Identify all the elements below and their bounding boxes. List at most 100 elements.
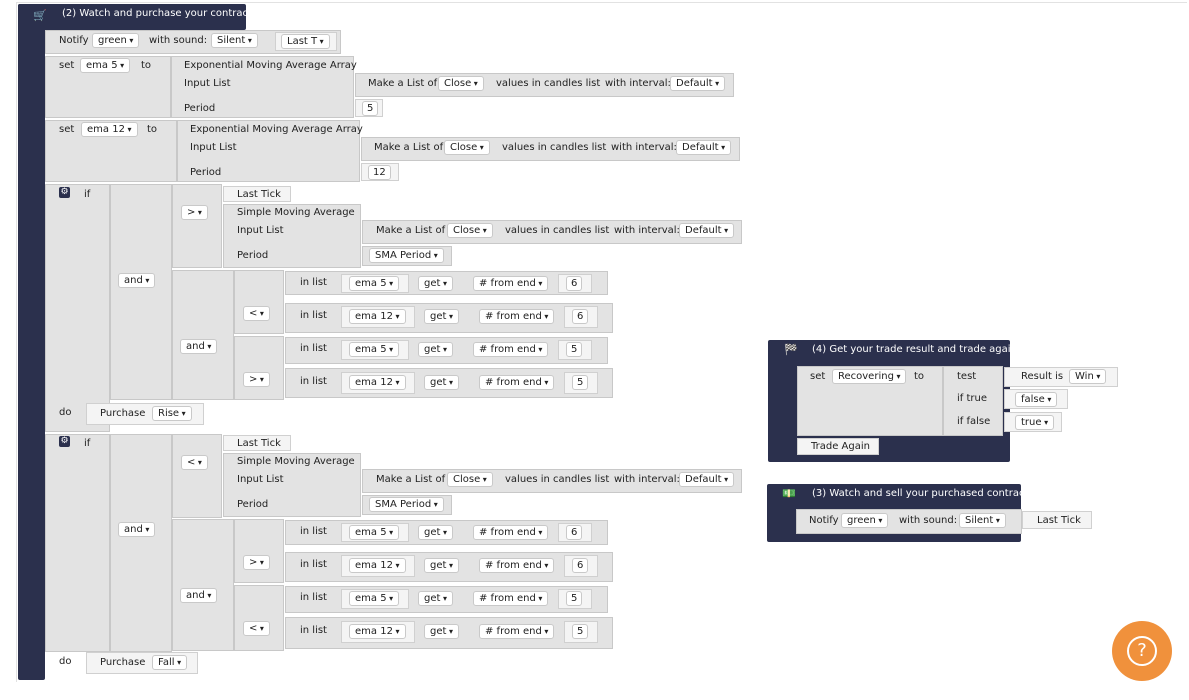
notify-message-label: Last Tick <box>1037 515 1081 526</box>
if-block-2[interactable] <box>45 434 110 652</box>
trade-again-label: Trade Again <box>811 441 870 452</box>
list-var-dropdown[interactable]: ema 12 <box>349 558 406 573</box>
compare-block-a1[interactable] <box>234 270 284 334</box>
gear-icon[interactable]: ⚙ <box>59 187 70 198</box>
result-is-label: Result is <box>1021 371 1064 382</box>
compare-op-dropdown[interactable]: > <box>181 205 208 220</box>
to-label: to <box>141 60 152 71</box>
from-end-dropdown[interactable]: # from end <box>479 375 555 390</box>
from-end-dropdown[interactable]: # from end <box>473 525 549 540</box>
list-var-dropdown[interactable]: ema 12 <box>349 375 406 390</box>
candle-field-dropdown[interactable]: Close <box>447 472 493 487</box>
compare-op-dropdown[interactable]: < <box>243 621 270 636</box>
do-label: do <box>59 656 72 667</box>
true-value-dropdown[interactable]: false <box>1015 392 1058 407</box>
list-var-dropdown[interactable]: ema 5 <box>349 276 400 291</box>
gear-icon[interactable]: ⚙ <box>59 436 70 447</box>
interval-dropdown[interactable]: Default <box>679 223 735 238</box>
get-dropdown[interactable]: get <box>424 558 459 573</box>
candle-field-dropdown[interactable]: Close <box>438 76 484 91</box>
make-list-label: Make a List of <box>368 78 438 89</box>
index-input[interactable]: 6 <box>566 276 583 291</box>
list-var-dropdown[interactable]: ema 12 <box>349 309 406 324</box>
index-input[interactable]: 6 <box>572 558 589 573</box>
from-end-dropdown[interactable]: # from end <box>479 309 555 324</box>
and-dropdown[interactable]: and <box>180 588 218 603</box>
from-end-dropdown[interactable]: # from end <box>479 558 555 573</box>
purchase-label: Purchase <box>100 408 146 419</box>
values-in-candles-label: values in candles list <box>505 225 610 236</box>
sma-period-dropdown[interactable]: SMA Period <box>369 248 444 263</box>
if-block-1[interactable] <box>45 184 110 432</box>
ema5-var-dropdown[interactable]: ema 5 <box>80 58 131 73</box>
index-input[interactable]: 5 <box>566 342 583 357</box>
period-input[interactable]: 5 <box>362 101 379 116</box>
period-label: Period <box>184 103 216 114</box>
false-value-dropdown[interactable]: true <box>1015 415 1055 430</box>
sound-dropdown[interactable]: Silent <box>211 33 258 48</box>
and-block-outer-1[interactable] <box>110 184 172 400</box>
ema12-var-dropdown[interactable]: ema 12 <box>81 122 138 137</box>
interval-dropdown[interactable]: Default <box>676 140 732 155</box>
get-dropdown[interactable]: get <box>424 375 459 390</box>
candle-field-dropdown[interactable]: Close <box>444 140 490 155</box>
compare-op-dropdown[interactable]: < <box>181 455 208 470</box>
compare-block-b2[interactable] <box>234 585 284 651</box>
period-input[interactable]: 12 <box>368 165 391 180</box>
notify-label: Notify <box>809 515 839 526</box>
sma-period-dropdown[interactable]: SMA Period <box>369 497 444 512</box>
notify-color-dropdown[interactable]: green <box>841 513 889 528</box>
result-dropdown[interactable]: Win <box>1069 369 1107 384</box>
get-dropdown[interactable]: get <box>418 276 453 291</box>
compare-op-dropdown[interactable]: > <box>243 555 270 570</box>
list-var-dropdown[interactable]: ema 5 <box>349 525 400 540</box>
and-block-outer-2[interactable] <box>110 434 172 652</box>
with-interval-label: with interval: <box>605 78 671 89</box>
in-list-label: in list <box>300 277 327 288</box>
compare-block-b1[interactable] <box>234 336 284 400</box>
and-block-inner-1[interactable] <box>172 270 234 400</box>
interval-dropdown[interactable]: Default <box>670 76 726 91</box>
list-var-dropdown[interactable]: ema 12 <box>349 624 406 639</box>
contract-type-dropdown[interactable]: Rise <box>152 406 192 421</box>
from-end-dropdown[interactable]: # from end <box>479 624 555 639</box>
purchase-block[interactable] <box>18 4 45 680</box>
list-var-dropdown[interactable]: ema 5 <box>349 591 400 606</box>
from-end-dropdown[interactable]: # from end <box>473 591 549 606</box>
list-var-dropdown[interactable]: ema 5 <box>349 342 400 357</box>
get-dropdown[interactable]: get <box>418 591 453 606</box>
index-input[interactable]: 6 <box>566 525 583 540</box>
get-dropdown[interactable]: get <box>418 342 453 357</box>
get-dropdown[interactable]: get <box>424 309 459 324</box>
input-list-label: Input List <box>237 225 284 236</box>
index-input[interactable]: 6 <box>572 309 589 324</box>
and-dropdown[interactable]: and <box>118 522 156 537</box>
workspace[interactable]: 🛒 (2) Watch and purchase your contract N… <box>0 0 1189 700</box>
compare-op-dropdown[interactable]: < <box>243 306 270 321</box>
and-block-inner-2[interactable] <box>172 519 234 651</box>
sma-label: Simple Moving Average <box>237 207 355 218</box>
compare-block-a2[interactable] <box>234 519 284 583</box>
compare-op-dropdown[interactable]: > <box>243 372 270 387</box>
get-dropdown[interactable]: get <box>418 525 453 540</box>
compare-block-2[interactable] <box>172 434 222 518</box>
ema-function-label: Exponential Moving Average Array <box>190 124 363 135</box>
and-dropdown[interactable]: and <box>118 273 156 288</box>
index-input[interactable]: 5 <box>572 375 589 390</box>
index-input[interactable]: 5 <box>566 591 583 606</box>
candle-field-dropdown[interactable]: Close <box>447 223 493 238</box>
interval-dropdown[interactable]: Default <box>679 472 735 487</box>
compare-block-1[interactable] <box>172 184 222 268</box>
index-input[interactable]: 5 <box>572 624 589 639</box>
and-dropdown[interactable]: and <box>180 339 218 354</box>
recovering-var-dropdown[interactable]: Recovering <box>832 369 907 384</box>
sound-dropdown[interactable]: Silent <box>959 513 1006 528</box>
from-end-dropdown[interactable]: # from end <box>473 342 549 357</box>
in-list-label: in list <box>300 343 327 354</box>
get-dropdown[interactable]: get <box>424 624 459 639</box>
help-button[interactable]: ? <box>1112 621 1172 681</box>
notify-color-dropdown[interactable]: green <box>92 33 140 48</box>
contract-type-dropdown[interactable]: Fall <box>152 655 188 670</box>
notify-message-dropdown[interactable]: Last T <box>281 34 330 49</box>
from-end-dropdown[interactable]: # from end <box>473 276 549 291</box>
